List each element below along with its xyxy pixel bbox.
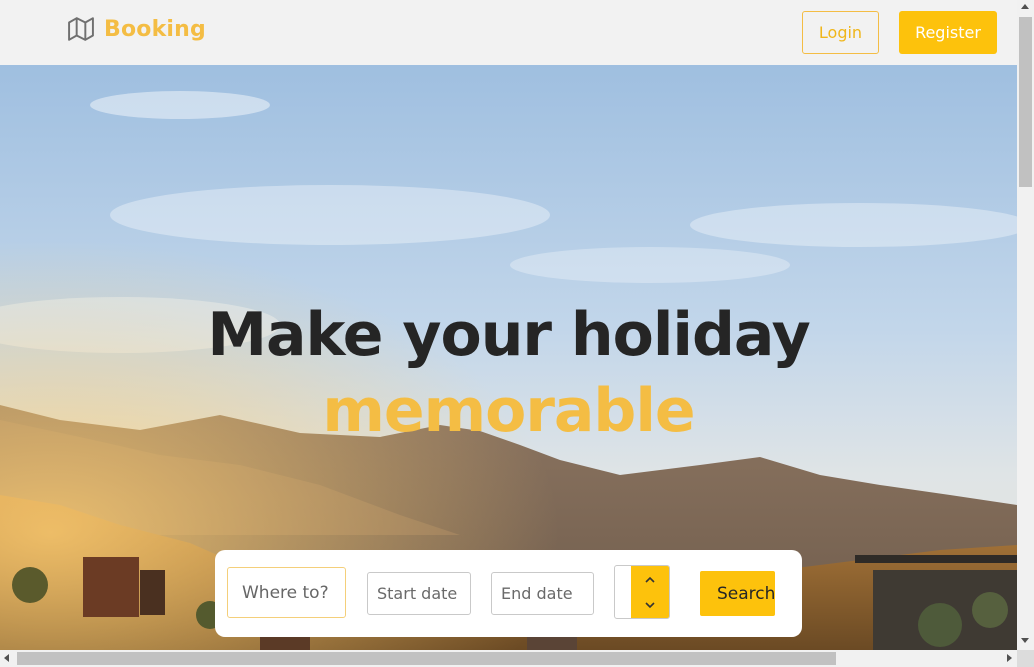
login-button[interactable]: Login (802, 11, 879, 54)
chevron-down-icon[interactable] (644, 599, 656, 611)
hero-headline: Make your holiday (207, 300, 810, 370)
start-date-input[interactable]: Start date (367, 572, 471, 615)
guests-number-input[interactable] (614, 565, 670, 619)
search-button[interactable]: Search (700, 571, 775, 616)
destination-input[interactable]: Where to? (227, 567, 346, 618)
top-navbar: Booking Login Register (0, 0, 1017, 65)
horizontal-scrollbar[interactable] (0, 650, 1017, 667)
vertical-scrollbar[interactable] (1017, 0, 1034, 650)
scroll-right-icon[interactable] (1007, 654, 1012, 662)
brand-logo[interactable]: Booking (68, 16, 206, 42)
register-button[interactable]: Register (899, 11, 997, 54)
scroll-left-icon[interactable] (4, 654, 9, 662)
horizontal-scroll-thumb[interactable] (17, 652, 836, 665)
hero-section: Make your holiday memorable Where to? St… (0, 65, 1017, 650)
scroll-up-icon[interactable] (1021, 4, 1029, 9)
map-icon (68, 16, 94, 42)
page: Booking Login Register Make your holiday… (0, 0, 1034, 667)
scroll-down-icon[interactable] (1021, 638, 1029, 643)
vertical-scroll-thumb[interactable] (1019, 17, 1032, 187)
brand-name: Booking (104, 16, 206, 42)
end-date-input[interactable]: End date (491, 572, 594, 615)
chevron-up-icon[interactable] (644, 574, 656, 586)
number-spinner[interactable] (631, 566, 669, 618)
search-card: Where to? Start date End date Search (215, 550, 802, 637)
hero-headline-highlight: memorable (322, 376, 695, 446)
scrollbar-corner (1017, 650, 1034, 667)
